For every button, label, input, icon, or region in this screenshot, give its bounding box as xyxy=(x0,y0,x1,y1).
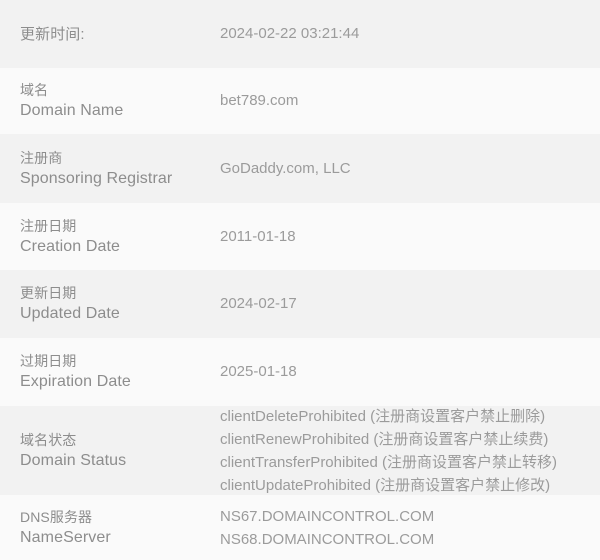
value-line: 2025-01-18 xyxy=(220,363,297,380)
row-label-en: Creation Date xyxy=(20,237,121,255)
status-line: clientTransferProhibited (注册商设置客户禁止转移) xyxy=(220,453,558,471)
row-label-name-server: DNS服务器 NameServer xyxy=(0,507,220,549)
row-label-en: Updated Date xyxy=(20,305,120,322)
row-label-domain-name: 域名 Domain Name xyxy=(0,80,220,122)
row-label-en: Domain Status xyxy=(20,451,127,469)
row-label-en: NameServer xyxy=(20,528,111,546)
value-line: GoDaddy.com, LLC xyxy=(220,159,351,177)
row-value-update-time: 2024-02-22 03:21:44 xyxy=(220,23,600,45)
row-value-domain-status: clientDeleteProhibited (注册商设置客户禁止删除) cli… xyxy=(220,405,600,497)
table-row-expiration-date: 过期日期 Expiration Date 2025-01-18 xyxy=(0,338,600,406)
value-line: 2024-02-17 xyxy=(220,295,297,312)
status-line: clientRenewProhibited (注册商设置客户禁止续费) xyxy=(220,430,549,448)
row-value-sponsoring-registrar: GoDaddy.com, LLC xyxy=(220,158,600,180)
row-value-domain-name: bet789.com xyxy=(220,90,600,112)
row-label-cn: 域名 xyxy=(20,82,49,98)
value-line: 2011-01-18 xyxy=(220,227,296,245)
row-label-cn: 域名状态 xyxy=(20,431,77,448)
row-label-cn: 注册日期 xyxy=(20,217,77,234)
row-label-cn: 注册商 xyxy=(20,149,63,166)
row-value-updated-date: 2024-02-17 xyxy=(220,293,600,315)
whois-info-table: 更新时间: 2024-02-22 03:21:44 域名 Domain Name… xyxy=(0,0,600,560)
row-value-creation-date: 2011-01-18 xyxy=(220,226,600,248)
status-line: clientDeleteProhibited (注册商设置客户禁止删除) xyxy=(220,407,546,425)
row-value-expiration-date: 2025-01-18 xyxy=(220,361,600,383)
row-label-sponsoring-registrar: 注册商 Sponsoring Registrar xyxy=(0,148,220,190)
row-label-cn: 过期日期 xyxy=(20,353,77,369)
row-label-update-time: 更新时间: xyxy=(0,24,220,45)
row-label-en: Sponsoring Registrar xyxy=(20,169,173,187)
value-line: bet789.com xyxy=(220,92,299,109)
row-label-en: Expiration Date xyxy=(20,373,131,390)
row-label-domain-status: 域名状态 Domain Status xyxy=(0,430,220,472)
row-label-cn: 更新时间: xyxy=(20,25,85,43)
value-line: 2024-02-22 03:21:44 xyxy=(220,25,360,42)
table-row-update-time: 更新时间: 2024-02-22 03:21:44 xyxy=(0,0,600,68)
table-row-sponsoring-registrar: 注册商 Sponsoring Registrar GoDaddy.com, LL… xyxy=(0,134,600,203)
table-row-updated-date: 更新日期 Updated Date 2024-02-17 xyxy=(0,270,600,338)
row-label-creation-date: 注册日期 Creation Date xyxy=(0,216,220,258)
table-row-name-server: DNS服务器 NameServer NS67.DOMAINCONTROL.COM… xyxy=(0,495,600,560)
table-row-creation-date: 注册日期 Creation Date 2011-01-18 xyxy=(0,203,600,270)
status-line: clientUpdateProhibited (注册商设置客户禁止修改) xyxy=(220,476,551,494)
nameserver-line: NS67.DOMAINCONTROL.COM xyxy=(220,507,435,525)
row-value-name-server: NS67.DOMAINCONTROL.COM NS68.DOMAINCONTRO… xyxy=(220,505,600,551)
row-label-cn: DNS服务器 xyxy=(20,508,93,525)
row-label-expiration-date: 过期日期 Expiration Date xyxy=(0,351,220,393)
row-label-updated-date: 更新日期 Updated Date xyxy=(0,283,220,325)
table-row-domain-status: 域名状态 Domain Status clientDeleteProhibite… xyxy=(0,406,600,495)
nameserver-line: NS68.DOMAINCONTROL.COM xyxy=(220,530,435,548)
table-row-domain-name: 域名 Domain Name bet789.com xyxy=(0,68,600,134)
row-label-cn: 更新日期 xyxy=(20,285,77,301)
row-label-en: Domain Name xyxy=(20,102,124,119)
